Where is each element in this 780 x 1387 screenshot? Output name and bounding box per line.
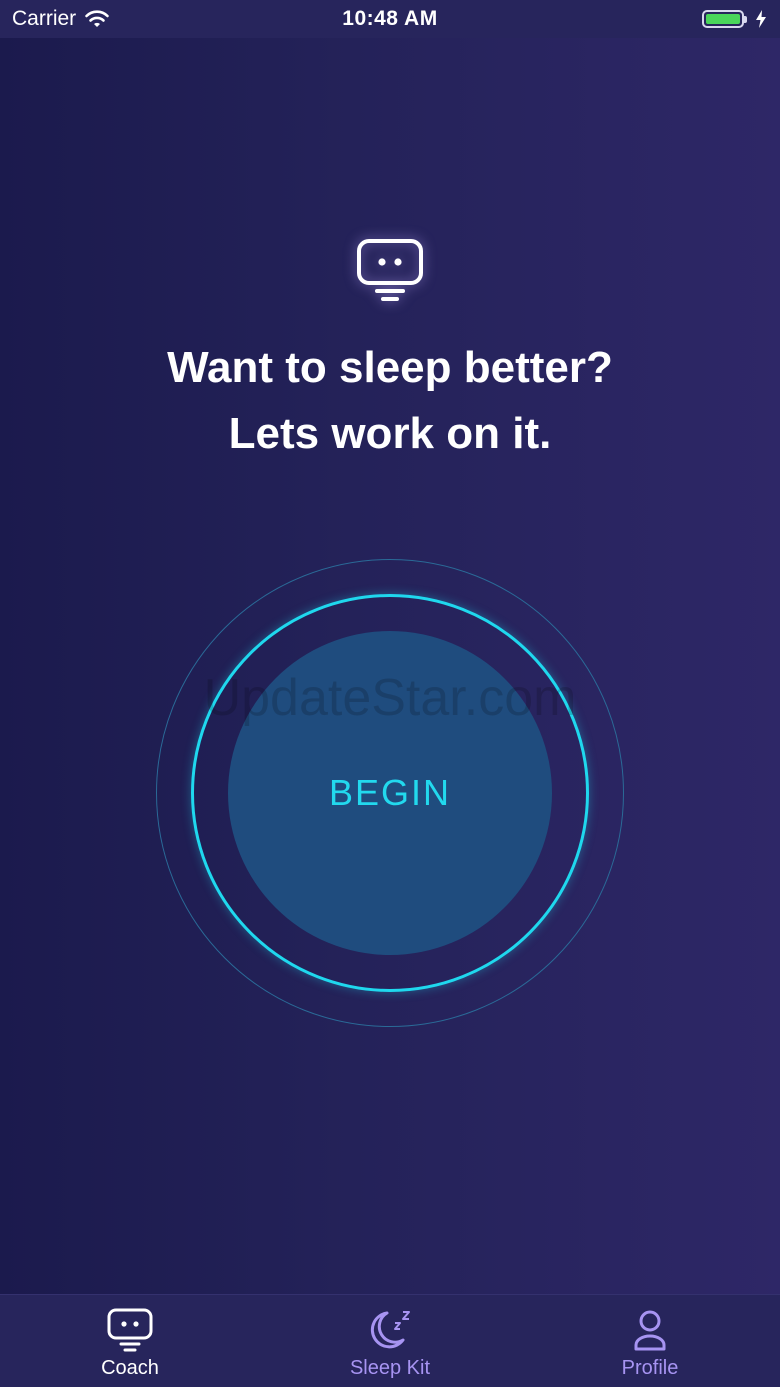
tab-sleep-kit[interactable]: Sleep Kit bbox=[310, 1295, 470, 1387]
headline-line-1: Want to sleep better? bbox=[167, 343, 613, 392]
tab-label-coach: Coach bbox=[101, 1357, 159, 1379]
charging-bolt-icon bbox=[756, 10, 766, 28]
coach-bot-icon bbox=[107, 1308, 153, 1352]
begin-label: BEGIN bbox=[328, 772, 452, 813]
status-right bbox=[702, 9, 768, 29]
tab-profile[interactable]: Profile bbox=[570, 1295, 730, 1387]
person-icon bbox=[634, 1310, 666, 1351]
tab-label-profile: Profile bbox=[621, 1357, 679, 1379]
begin-button[interactable]: BEGIN bbox=[228, 631, 552, 955]
battery-level-fill bbox=[706, 14, 740, 24]
tab-label-sleep-kit: Sleep Kit bbox=[349, 1357, 431, 1379]
status-time: 10:48 AM bbox=[342, 7, 438, 30]
tab-bar: Coach Sleep Kit Profile bbox=[0, 1294, 780, 1387]
headline-line-2: Lets work on it. bbox=[228, 409, 552, 458]
status-left: Carrier bbox=[12, 7, 110, 31]
coach-bot-icon bbox=[357, 239, 423, 301]
battery-icon bbox=[702, 10, 747, 28]
tab-coach[interactable]: Coach bbox=[50, 1295, 210, 1387]
status-bar: Carrier 10:48 AM bbox=[0, 0, 780, 38]
carrier-label: Carrier bbox=[12, 7, 77, 30]
moon-zz-icon bbox=[370, 1311, 410, 1349]
headline: Want to sleep better? Lets work on it. bbox=[0, 335, 780, 467]
wifi-icon bbox=[85, 10, 109, 27]
